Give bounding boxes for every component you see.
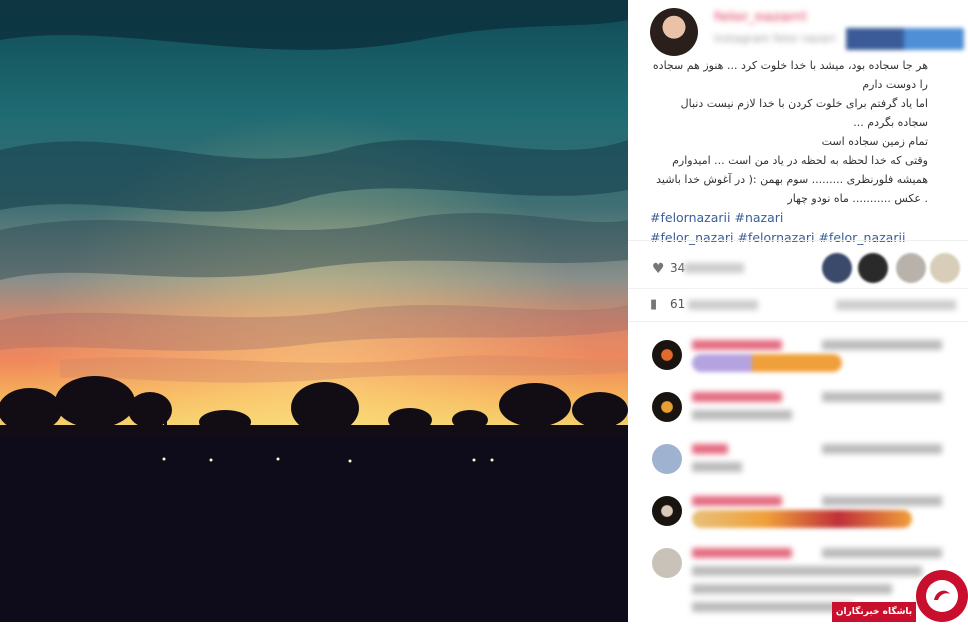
user-subline: instagram felor nazari xyxy=(714,32,836,45)
comment-item xyxy=(628,334,968,386)
comment-text xyxy=(692,410,792,420)
caption-hashtags: #felornazarii #nazari #felor_nazari #fel… xyxy=(650,208,928,248)
share-buttons[interactable] xyxy=(846,28,964,50)
comment-text xyxy=(692,602,852,612)
commenter-avatar[interactable] xyxy=(652,340,682,370)
comments-count: 61 xyxy=(670,297,686,311)
comment-text xyxy=(692,584,892,594)
likes-row: ♥ 34 xyxy=(628,250,968,288)
caption-line: وقتی که خدا لحظه به لحظه در یاد من است .… xyxy=(656,154,928,205)
post-sidebar: felor_nazarri instagram felor nazari هر … xyxy=(628,0,968,622)
comment-time xyxy=(822,392,942,402)
comment-bubble-icon: ▮ xyxy=(650,297,658,312)
divider xyxy=(628,240,968,241)
watermark-logo xyxy=(912,566,968,622)
likes-label xyxy=(684,263,744,273)
comments-row: ▮ 61 xyxy=(628,288,968,322)
commenter-name[interactable] xyxy=(692,548,792,558)
comment-emoji xyxy=(692,354,842,372)
liker-avatar[interactable] xyxy=(858,253,888,283)
liker-avatar[interactable] xyxy=(822,253,852,283)
comment-emoji xyxy=(692,510,912,528)
commenter-name[interactable] xyxy=(692,392,782,402)
comments-label xyxy=(688,300,758,310)
comment-time xyxy=(822,548,942,558)
caption-line: تمام زمین سجاده است xyxy=(821,135,928,148)
show-all-comments-link[interactable] xyxy=(836,300,956,310)
comment-time xyxy=(822,444,942,454)
commenter-name[interactable] xyxy=(692,496,782,506)
caption-line: اما یاد گرفتم برای خلوت کردن با خدا لازم… xyxy=(680,97,928,129)
liker-avatar[interactable] xyxy=(930,253,960,283)
user-avatar[interactable] xyxy=(650,8,698,56)
comment-text xyxy=(692,566,922,576)
comment-time xyxy=(822,496,942,506)
watermark-label: باشگاه خبرنگاران xyxy=(832,602,916,622)
post-caption: هر جا سجاده بود، میشد با خدا خلوت کرد ..… xyxy=(650,56,928,248)
likes-count[interactable]: 34 xyxy=(670,261,685,275)
commenter-avatar[interactable] xyxy=(652,444,682,474)
commenter-name[interactable] xyxy=(692,444,728,454)
commenter-avatar[interactable] xyxy=(652,548,682,578)
username-link[interactable]: felor_nazarri xyxy=(714,10,824,26)
hashtag-link[interactable]: #felornazarii #nazari xyxy=(650,210,783,225)
commenter-avatar[interactable] xyxy=(652,392,682,422)
caption-line: هر جا سجاده بود، میشد با خدا خلوت کرد ..… xyxy=(652,59,928,91)
comment-item xyxy=(628,386,968,438)
comment-text xyxy=(692,462,742,472)
post-header: felor_nazarri instagram felor nazari xyxy=(628,0,968,56)
commenter-name[interactable] xyxy=(692,340,782,350)
comment-item xyxy=(628,438,968,490)
liker-avatar[interactable] xyxy=(896,253,926,283)
post-photo[interactable] xyxy=(0,0,628,622)
sunset-image xyxy=(0,0,628,622)
comment-time xyxy=(822,340,942,350)
hashtag-link[interactable]: #felor_nazari #felornazari #felor_nazari… xyxy=(650,230,905,245)
comment-item xyxy=(628,490,968,542)
commenter-avatar[interactable] xyxy=(652,496,682,526)
heart-icon[interactable]: ♥ xyxy=(652,261,665,277)
